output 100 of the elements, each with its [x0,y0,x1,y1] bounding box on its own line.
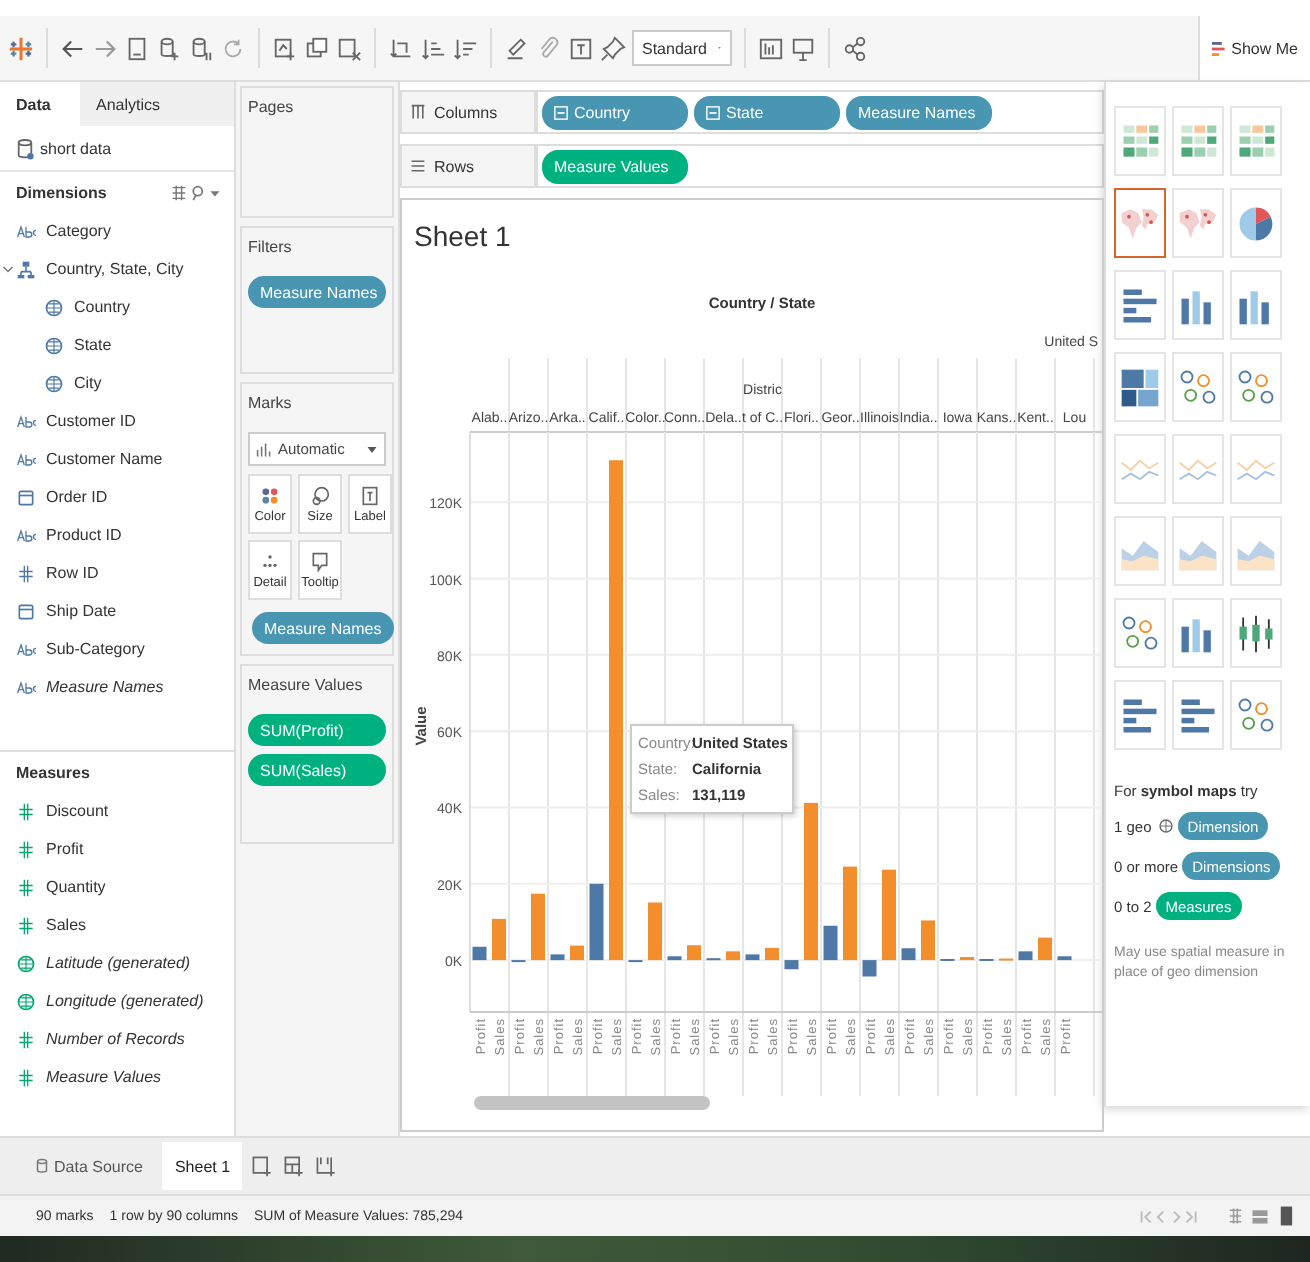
bar[interactable] [667,956,682,961]
calendar-icon [16,487,36,507]
dimension-field[interactable]: Ship Date [0,592,234,630]
measure-field[interactable]: Number of Records [0,1020,234,1058]
bar[interactable] [531,893,545,961]
label-icon [360,485,380,505]
save-icon[interactable] [124,35,150,61]
pause-icon[interactable] [188,35,214,61]
dimension-field[interactable]: City [0,364,234,402]
bar[interactable] [921,920,935,961]
globe-icon [44,297,64,317]
dimension-field[interactable]: Category [0,212,234,250]
bar[interactable] [882,869,896,961]
calendar-icon [16,601,36,621]
card-title: Pages [248,98,296,116]
bar[interactable] [862,960,877,977]
measure-field[interactable]: Sales [0,906,234,944]
size-circles-icon [310,485,330,505]
bar[interactable] [1038,937,1052,961]
logo-icon [8,35,34,61]
card-title: Marks [248,394,294,412]
data-source-item[interactable]: short data [0,126,234,172]
dimension-field[interactable]: Order ID [0,478,234,516]
bar[interactable] [726,951,740,961]
pane-tab[interactable]: Data [0,82,80,126]
text-type-icon [16,411,36,431]
bar[interactable] [472,946,487,961]
circle-chart-icon [1234,365,1278,409]
bar[interactable] [823,925,838,961]
chart-type-button[interactable] [1114,188,1166,258]
sheet-title: Sheet 1 [412,218,513,256]
swap-icon[interactable] [388,35,414,61]
view-toggle-icon[interactable] [1226,1206,1294,1226]
new-dashboard-icon[interactable] [282,1154,307,1178]
bar[interactable] [1018,951,1033,961]
speech-bubble-icon [310,551,330,571]
bar[interactable] [589,883,604,961]
text-type-icon [16,449,36,469]
show-cards-icon[interactable] [758,35,784,61]
dimension-field[interactable]: Row ID [0,554,234,592]
bar[interactable] [550,954,565,961]
pin-icon[interactable] [600,35,626,61]
dimension-field[interactable]: Customer ID [0,402,234,440]
clear-sheet-icon[interactable] [336,35,362,61]
collapse-icon[interactable] [554,105,568,119]
detail-dots-icon [260,551,280,571]
card-title: Filters [248,238,294,256]
number-type-icon [16,915,36,935]
globe-icon [1157,818,1174,834]
new-worksheet-icon[interactable] [272,35,298,61]
measure-field[interactable]: Quantity [0,868,234,906]
dimension-field[interactable]: Sub-Category [0,630,234,668]
show-me-button[interactable]: Show Me [1197,16,1310,80]
show-me-icon [1211,39,1226,57]
number-type-icon [16,877,36,897]
number-type-icon [16,1067,36,1087]
new-worksheet-icon[interactable] [250,1154,275,1178]
view-search-icon[interactable] [170,183,222,201]
dimension-field[interactable]: Product ID [0,516,234,554]
dimension-field[interactable]: Customer Name [0,440,234,478]
bar[interactable] [784,960,799,970]
measure-field[interactable]: Measure Values [0,1058,234,1096]
sheet-tab[interactable]: Sheet 1 [162,1142,243,1190]
globe-icon [44,373,64,393]
sort-descending-icon[interactable] [452,35,478,61]
measure-field[interactable]: Profit [0,830,234,868]
text-type-icon [16,221,36,241]
sort-ascending-icon[interactable] [420,35,446,61]
bar[interactable] [1057,956,1072,961]
duplicate-icon[interactable] [304,35,330,61]
measure-field[interactable]: Latitude (generated) [0,944,234,982]
dimension-field[interactable]: Measure Names [0,668,234,706]
add-data-source-icon[interactable] [156,35,182,61]
label-icon[interactable] [568,35,594,61]
scrollbar-thumb[interactable] [474,1096,710,1110]
measure-field[interactable]: Discount [0,792,234,830]
dimension-field[interactable]: Country [0,288,234,326]
new-story-icon[interactable] [314,1154,339,1178]
dimension-field[interactable]: Country, State, City [0,250,234,288]
globe-icon [16,991,36,1011]
bar[interactable] [901,948,916,961]
expand-caret-icon[interactable] [2,263,14,275]
paperclip-icon[interactable] [536,35,562,61]
bar[interactable] [745,954,760,961]
caret-icon [366,443,378,455]
measure-field[interactable]: Longitude (generated) [0,982,234,1020]
card-title: Measure Values [248,676,365,694]
bar[interactable] [570,945,584,961]
bar[interactable] [492,918,506,961]
collapse-icon[interactable] [706,105,720,119]
number-type-icon [16,801,36,821]
number-type-icon [16,839,36,859]
bar[interactable] [687,945,701,961]
dimension-field[interactable]: State [0,326,234,364]
view-size-dropdown[interactable]: Standard [632,30,732,66]
highlight-icon[interactable] [504,35,530,61]
presentation-icon[interactable] [790,35,816,61]
back-icon[interactable] [60,35,86,61]
bar[interactable] [765,947,779,961]
share-icon[interactable] [842,35,868,61]
